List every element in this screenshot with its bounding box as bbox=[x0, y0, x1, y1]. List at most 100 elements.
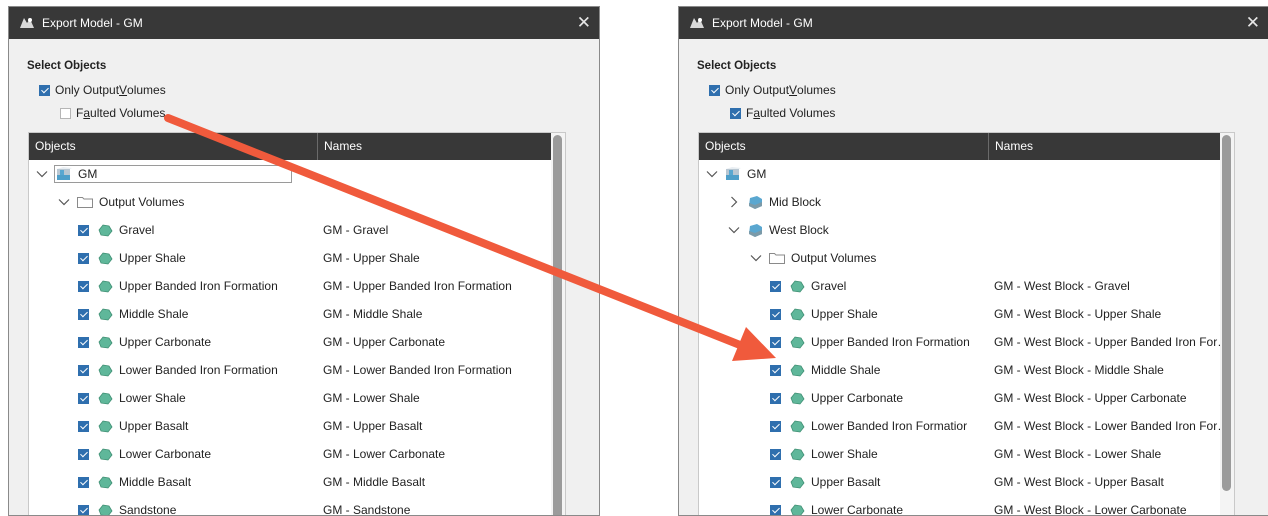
scrollbar[interactable] bbox=[1220, 133, 1234, 515]
table-row[interactable]: Output Volumes bbox=[29, 188, 565, 216]
export-name-cell[interactable]: GM - West Block - Gravel bbox=[994, 272, 1222, 300]
table-row[interactable]: Middle Shale GM - West Block - Middle Sha… bbox=[699, 356, 1234, 384]
row-checkbox[interactable] bbox=[770, 476, 781, 488]
export-name-cell[interactable] bbox=[994, 188, 1222, 216]
table-row[interactable]: Lower Banded Iron Formation GM - Lower Ba… bbox=[29, 356, 565, 384]
export-name-cell[interactable]: GM - Upper Shale bbox=[323, 244, 551, 272]
export-name-cell[interactable]: GM - West Block - Lower Banded Iron For… bbox=[994, 412, 1222, 440]
export-name-cell[interactable]: GM - West Block - Lower Carbonate bbox=[994, 496, 1222, 515]
table-row[interactable]: Upper Carbonate GM - Upper Carbonate bbox=[29, 328, 565, 356]
row-checkbox[interactable] bbox=[770, 420, 781, 432]
row-checkbox[interactable] bbox=[770, 504, 781, 515]
row-checkbox[interactable] bbox=[78, 336, 89, 348]
chevron-down-icon[interactable] bbox=[704, 166, 720, 182]
table-row[interactable]: Lower Carbonate GM - West Block - Lower C… bbox=[699, 496, 1234, 515]
table-row[interactable]: Upper Carbonate GM - West Block - Upper C… bbox=[699, 384, 1234, 412]
scrollbar[interactable] bbox=[551, 133, 565, 515]
row-checkbox[interactable] bbox=[78, 364, 89, 376]
row-checkbox[interactable] bbox=[770, 336, 781, 348]
only-output-volumes-checkbox[interactable]: Only Output Volumes bbox=[39, 83, 166, 97]
export-name-cell[interactable]: GM - West Block - Upper Shale bbox=[994, 300, 1222, 328]
faulted-volumes-checkbox[interactable]: Fa ulted Volumes bbox=[730, 106, 835, 120]
table-row[interactable]: Output Volumes bbox=[699, 244, 1234, 272]
table-row[interactable]: Lower Shale GM - West Block - Lower Shale bbox=[699, 440, 1234, 468]
export-name-cell[interactable] bbox=[994, 244, 1222, 272]
table-row[interactable]: Mid Block bbox=[699, 188, 1234, 216]
table-row[interactable]: Gravel GM - Gravel bbox=[29, 216, 565, 244]
only-output-volumes-checkbox[interactable]: Only Output Volumes bbox=[709, 83, 836, 97]
checkbox-icon[interactable] bbox=[709, 84, 720, 96]
export-name-cell[interactable]: GM - Upper Basalt bbox=[323, 412, 551, 440]
row-checkbox[interactable] bbox=[78, 448, 89, 460]
row-checkbox[interactable] bbox=[78, 420, 89, 432]
chevron-down-icon[interactable] bbox=[34, 166, 50, 182]
export-name-cell[interactable]: GM - Lower Shale bbox=[323, 384, 551, 412]
row-checkbox[interactable] bbox=[78, 504, 89, 515]
rename-editbox[interactable]: GM bbox=[54, 165, 292, 183]
table-row[interactable]: Middle Shale GM - Middle Shale bbox=[29, 300, 565, 328]
checkbox-icon[interactable] bbox=[39, 84, 50, 96]
export-name-cell[interactable]: GM - Lower Banded Iron Formation bbox=[323, 356, 551, 384]
export-name-cell[interactable]: GM - Lower Carbonate bbox=[323, 440, 551, 468]
chevron-down-icon[interactable] bbox=[56, 194, 72, 210]
table-row[interactable]: Lower Shale GM - Lower Shale bbox=[29, 384, 565, 412]
row-checkbox[interactable] bbox=[770, 308, 781, 320]
column-header-objects[interactable]: Objects bbox=[699, 133, 988, 160]
table-row[interactable]: Upper Shale GM - Upper Shale bbox=[29, 244, 565, 272]
table-row[interactable]: GM bbox=[29, 160, 565, 188]
row-checkbox[interactable] bbox=[78, 476, 89, 488]
table-row[interactable]: Gravel GM - West Block - Gravel bbox=[699, 272, 1234, 300]
row-checkbox[interactable] bbox=[78, 308, 89, 320]
export-name-cell[interactable]: GM - West Block - Upper Banded Iron For… bbox=[994, 328, 1222, 356]
table-row[interactable]: Lower Banded Iron Formatior GM - West Blo… bbox=[699, 412, 1234, 440]
chevron-down-icon[interactable] bbox=[726, 222, 742, 238]
table-row[interactable]: Middle Basalt GM - Middle Basalt bbox=[29, 468, 565, 496]
row-checkbox[interactable] bbox=[770, 448, 781, 460]
close-icon[interactable]: ✕ bbox=[1246, 13, 1260, 33]
table-row[interactable]: Upper Basalt GM - West Block - Upper Basa… bbox=[699, 468, 1234, 496]
export-name-cell[interactable]: GM - Middle Shale bbox=[323, 300, 551, 328]
export-name-cell[interactable]: GM - West Block - Upper Basalt bbox=[994, 468, 1222, 496]
table-row[interactable]: GM bbox=[699, 160, 1234, 188]
table-row[interactable]: Lower Carbonate GM - Lower Carbonate bbox=[29, 440, 565, 468]
column-header-objects[interactable]: Objects bbox=[29, 133, 317, 160]
scrollbar-thumb[interactable] bbox=[1222, 135, 1231, 491]
export-name-cell[interactable]: GM - West Block - Middle Shale bbox=[994, 356, 1222, 384]
export-name-cell[interactable] bbox=[323, 188, 551, 216]
row-checkbox[interactable] bbox=[770, 280, 781, 292]
export-name-cell[interactable] bbox=[323, 160, 551, 188]
table-row[interactable]: West Block bbox=[699, 216, 1234, 244]
export-name-cell[interactable]: GM - Upper Banded Iron Formation bbox=[323, 272, 551, 300]
row-checkbox[interactable] bbox=[78, 280, 89, 292]
export-name-cell[interactable]: GM - Gravel bbox=[323, 216, 551, 244]
export-name-cell[interactable] bbox=[994, 216, 1222, 244]
table-row[interactable]: Sandstone GM - Sandstone bbox=[29, 496, 565, 515]
table-row[interactable]: Upper Shale GM - West Block - Upper Shale bbox=[699, 300, 1234, 328]
export-name-cell[interactable] bbox=[994, 160, 1222, 188]
checkbox-icon[interactable] bbox=[730, 107, 741, 119]
title-bar[interactable]: Export Model - GM ✕ bbox=[9, 7, 599, 39]
chevron-right-icon[interactable] bbox=[726, 194, 742, 210]
close-icon[interactable]: ✕ bbox=[577, 13, 591, 33]
row-checkbox[interactable] bbox=[78, 392, 89, 404]
checkbox-icon[interactable] bbox=[60, 107, 71, 119]
object-label-wrap: Lower Banded Iron Formation bbox=[96, 362, 278, 378]
chevron-down-icon[interactable] bbox=[748, 250, 764, 266]
export-name-cell[interactable]: GM - Middle Basalt bbox=[323, 468, 551, 496]
table-row[interactable]: Upper Basalt GM - Upper Basalt bbox=[29, 412, 565, 440]
title-bar[interactable]: Export Model - GM ✕ bbox=[679, 7, 1268, 39]
row-checkbox[interactable] bbox=[770, 392, 781, 404]
scrollbar-thumb[interactable] bbox=[553, 135, 562, 515]
export-name-cell[interactable]: GM - West Block - Lower Shale bbox=[994, 440, 1222, 468]
export-name-cell[interactable]: GM - Sandstone bbox=[323, 496, 551, 515]
column-header-names[interactable]: Names bbox=[988, 133, 1222, 160]
export-name-cell[interactable]: GM - West Block - Upper Carbonate bbox=[994, 384, 1222, 412]
export-name-cell[interactable]: GM - Upper Carbonate bbox=[323, 328, 551, 356]
table-row[interactable]: Upper Banded Iron Formation GM - West Blo… bbox=[699, 328, 1234, 356]
row-checkbox[interactable] bbox=[78, 252, 89, 264]
row-checkbox[interactable] bbox=[78, 224, 89, 236]
faulted-volumes-checkbox[interactable]: Fa ulted Volumes bbox=[60, 106, 165, 120]
column-header-names[interactable]: Names bbox=[317, 133, 553, 160]
table-row[interactable]: Upper Banded Iron Formation GM - Upper Ba… bbox=[29, 272, 565, 300]
row-checkbox[interactable] bbox=[770, 364, 781, 376]
